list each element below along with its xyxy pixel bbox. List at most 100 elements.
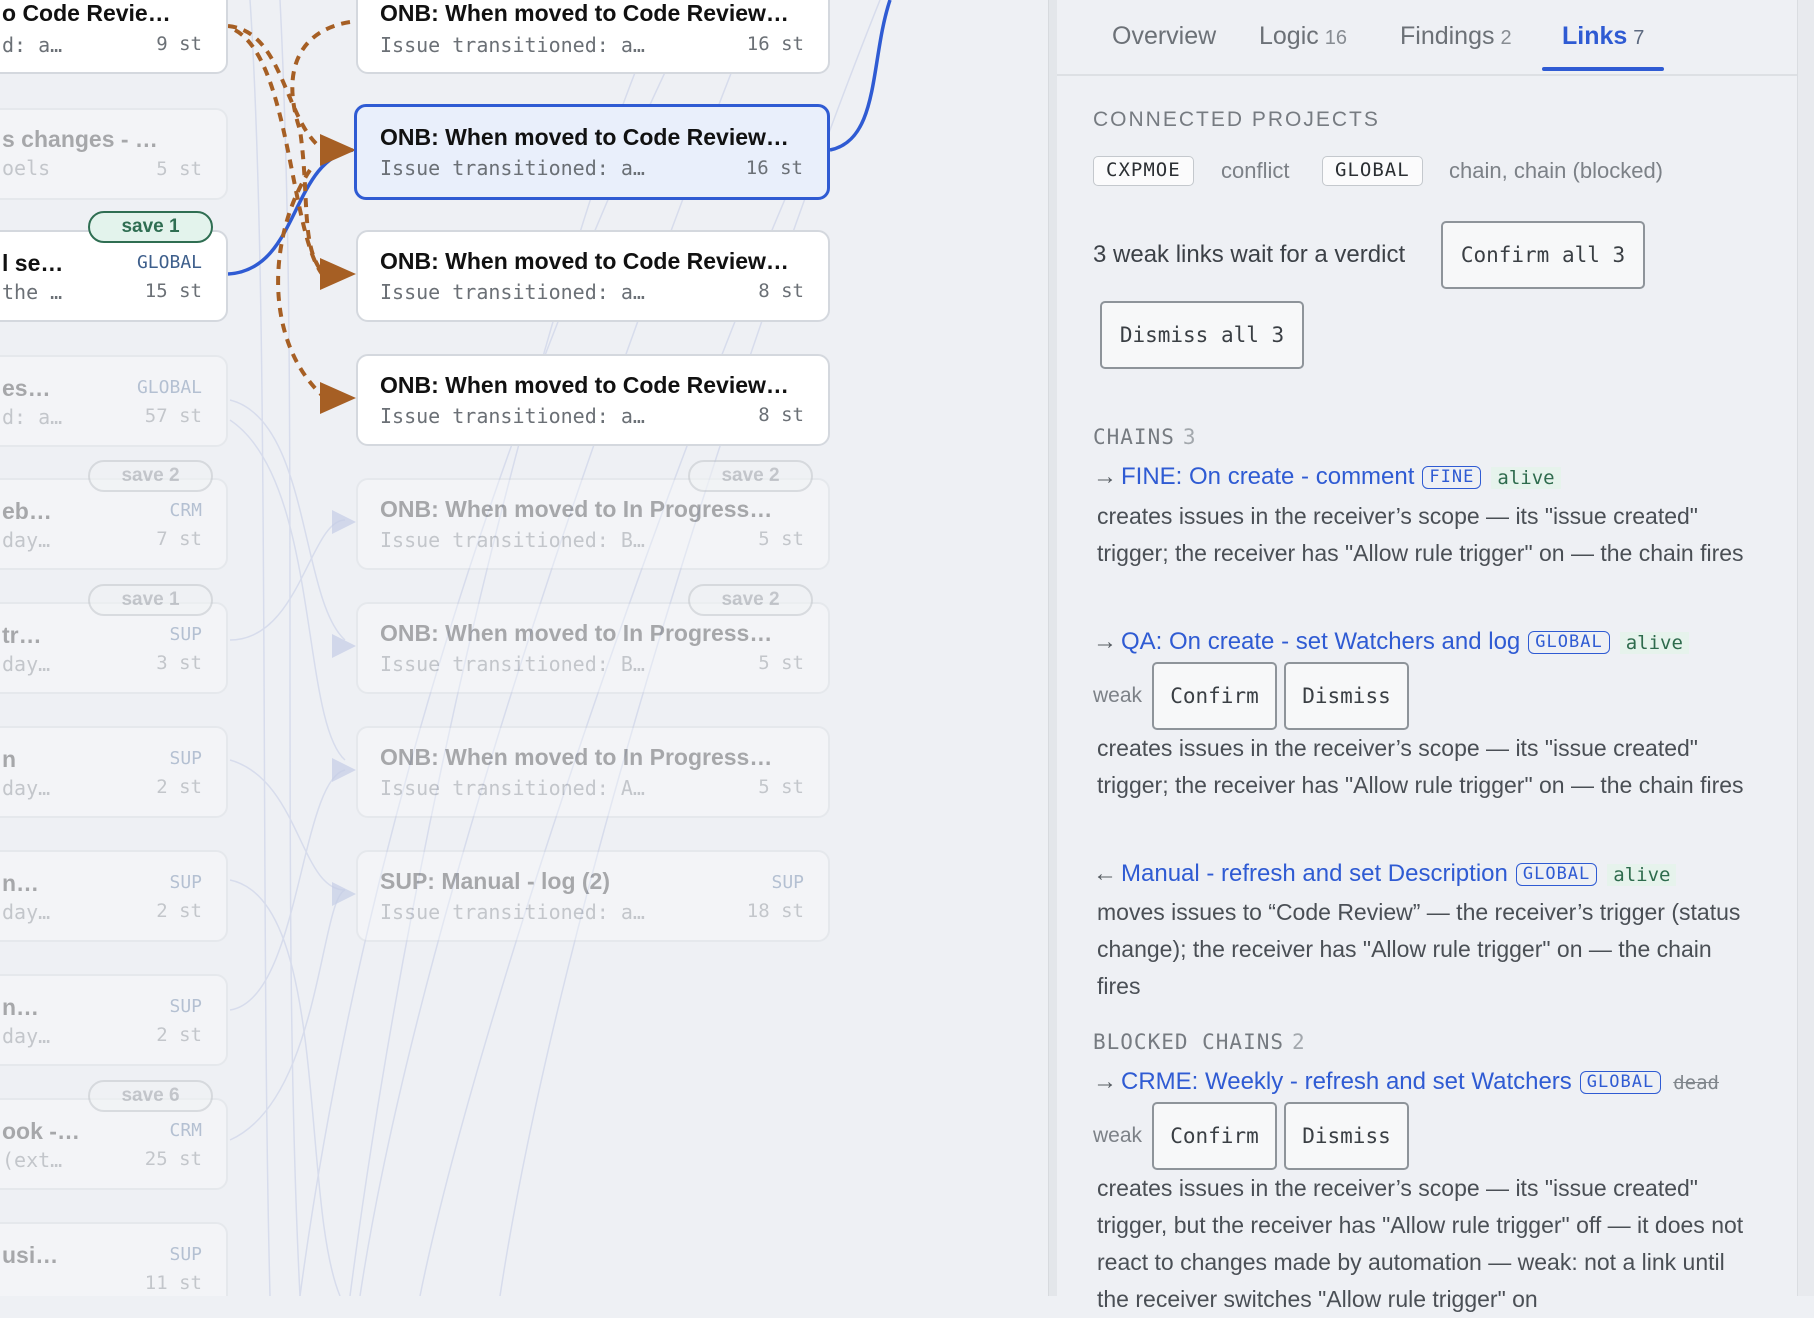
node-scope: GLOBAL [136, 377, 202, 398]
node-scope: SUP [169, 1244, 202, 1265]
node-trigger: Issue transitioned: A… [380, 776, 645, 800]
node-trigger: Issue transitioned: a… [380, 900, 645, 924]
node-steps: 5 st [758, 652, 804, 674]
node-steps: 16 st [745, 157, 803, 179]
node-title: n… [2, 870, 40, 896]
node-steps: 2 st [156, 776, 202, 798]
blocked-chain-link-1[interactable]: → CRME: Weekly - refresh and set Watchers… [1093, 1068, 1719, 1096]
chain-name: QA: On create - set Watchers and log [1121, 628, 1521, 655]
weak-verdict-text: 3 weak links wait for a verdict [1093, 241, 1406, 268]
node-steps: 5 st [156, 158, 202, 180]
node-steps: 7 st [156, 528, 202, 550]
status-badge: alive [1607, 864, 1677, 886]
save-pill[interactable]: save 2 [688, 460, 813, 492]
chain-name: CRME: Weekly - refresh and set Watchers [1121, 1068, 1572, 1095]
panel-scrollbar[interactable] [1797, 0, 1814, 1296]
node-left-4[interactable]: es… GLOBAL d: a… 57 st [0, 355, 228, 447]
node-steps: 8 st [758, 280, 804, 302]
chain-link-2[interactable]: → QA: On create - set Watchers and log GLO… [1093, 628, 1689, 656]
save-pill[interactable]: save 6 [88, 1080, 213, 1112]
node-left-11[interactable]: usi… SUP 11 st [0, 1222, 228, 1296]
confirm-button[interactable]: Confirm [1152, 1102, 1277, 1170]
node-trigger: day… [2, 900, 51, 924]
tab-count: 2 [1500, 27, 1512, 49]
chain-description: moves issues to “Code Review” — the rece… [1097, 899, 1741, 999]
node-title: ONB: When moved to Code Review… [380, 372, 789, 398]
node-steps: 25 st [144, 1148, 202, 1170]
node-scope: SUP [169, 872, 202, 893]
node-scope: SUP [169, 624, 202, 645]
blocked-chains-heading: BLOCKED CHAINS 2 [1093, 1030, 1306, 1054]
node-right-7[interactable]: ONB: When moved to In Progress… Issue tr… [356, 726, 830, 818]
panel-divider[interactable] [1048, 0, 1057, 1296]
node-trigger: day… [2, 528, 51, 552]
tab-logic[interactable]: Logic 16 [1259, 22, 1347, 51]
node-title: ONB: When moved to In Progress… [380, 744, 773, 770]
save-pill[interactable]: save 2 [688, 584, 813, 616]
tab-overview[interactable]: Overview [1112, 22, 1216, 51]
tab-count: 7 [1633, 27, 1645, 49]
node-right-selected[interactable]: ONB: When moved to Code Review… Issue tr… [354, 104, 830, 200]
node-title: s changes - … [2, 126, 158, 152]
project-relation: conflict [1221, 158, 1290, 183]
node-left-7[interactable]: n SUP day… 2 st [0, 726, 228, 818]
save-pill[interactable]: save 2 [88, 460, 213, 492]
dismiss-button[interactable]: Dismiss [1284, 1102, 1409, 1170]
weak-chain-edges [227, 20, 351, 400]
node-right-1[interactable]: ONB: When moved to Code Review… Issue tr… [356, 0, 830, 74]
automation-graph-canvas[interactable]: o Code Revie… d: a… 9 st s changes - … o… [0, 0, 1048, 1296]
node-left-2[interactable]: s changes - … oels 5 st [0, 108, 228, 200]
project-tag[interactable]: CXPMOE [1093, 156, 1194, 186]
node-scope: SUP [169, 748, 202, 769]
node-steps: 11 st [144, 1272, 202, 1294]
node-left-9[interactable]: n… SUP day… 2 st [0, 974, 228, 1066]
tab-label: Overview [1112, 22, 1217, 50]
node-right-3[interactable]: ONB: When moved to Code Review… Issue tr… [356, 230, 830, 322]
node-scope: SUP [169, 996, 202, 1017]
node-trigger: day… [2, 652, 51, 676]
outgoing-chain-edge [829, 0, 892, 152]
node-trigger: d: a… [2, 33, 63, 57]
project-relation: chain, chain (blocked) [1449, 158, 1664, 183]
project-tag[interactable]: GLOBAL [1322, 156, 1423, 186]
blocked-count: 2 [1292, 1030, 1306, 1054]
tab-label: Findings [1400, 22, 1495, 50]
node-steps: 5 st [758, 776, 804, 798]
tab-links[interactable]: Links 7 [1562, 22, 1644, 51]
arrow-right-icon: → [1093, 463, 1117, 490]
chain-link-3[interactable]: ← Manual - refresh and set Description GLO… [1093, 860, 1677, 888]
confirm-all-button[interactable]: Confirm all 3 [1441, 221, 1645, 289]
tab-bar: Overview Logic 16 Findings 2 Links 7 [1057, 0, 1797, 76]
save-pill[interactable]: save 1 [88, 211, 213, 243]
node-right-8[interactable]: SUP: Manual - log (2) SUP Issue transiti… [356, 850, 830, 942]
confirm-button[interactable]: Confirm [1152, 662, 1277, 730]
node-trigger: (ext… [2, 1148, 63, 1172]
node-right-4[interactable]: ONB: When moved to Code Review… Issue tr… [356, 354, 830, 446]
node-trigger: Issue transitioned: a… [380, 33, 645, 57]
dismiss-all-button[interactable]: Dismiss all 3 [1100, 301, 1304, 369]
node-title: n… [2, 994, 40, 1020]
node-scope: CRM [169, 500, 202, 521]
node-title: ONB: When moved to Code Review… [380, 0, 789, 26]
node-steps: 5 st [758, 528, 804, 550]
node-left-3[interactable]: l se… GLOBAL the … 15 st [0, 230, 228, 322]
status-badge: dead [1673, 1072, 1719, 1094]
chain-link-1[interactable]: → FINE: On create - comment FINE alive [1093, 463, 1561, 491]
active-tab-indicator [1542, 67, 1664, 71]
scope-badge: GLOBAL [1579, 1071, 1662, 1094]
node-left-1[interactable]: o Code Revie… d: a… 9 st [0, 0, 228, 74]
node-steps: 9 st [156, 33, 202, 55]
node-title: ONB: When moved to Code Review… [380, 248, 789, 274]
save-pill[interactable]: save 1 [88, 584, 213, 616]
weak-label: weak [1093, 1124, 1143, 1147]
dismiss-button[interactable]: Dismiss [1284, 662, 1409, 730]
node-steps: 57 st [144, 405, 202, 427]
chains-count: 3 [1182, 425, 1197, 449]
tab-count: 16 [1324, 27, 1348, 49]
tab-findings[interactable]: Findings 2 [1400, 22, 1512, 51]
arrow-right-icon: → [1093, 628, 1117, 655]
connected-projects-heading: CONNECTED PROJECTS [1093, 108, 1380, 131]
node-left-8[interactable]: n… SUP day… 2 st [0, 850, 228, 942]
chain-description: creates issues in the receiver’s scope —… [1097, 735, 1744, 798]
node-trigger: Issue transitioned: a… [380, 156, 645, 180]
